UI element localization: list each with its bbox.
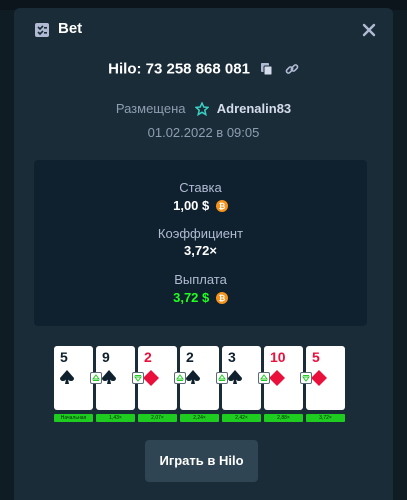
diamond-suit-icon (311, 370, 327, 386)
payout-value-row: 3,72 $ ₿ (34, 289, 367, 305)
spade-suit-icon (186, 370, 200, 384)
prediction-badge (258, 372, 270, 384)
clipboard-icon (35, 23, 49, 37)
card-multiplier: 3,72× (306, 414, 345, 422)
bet-id-row: Hilo: 73 258 868 081 (14, 60, 393, 82)
card-multiplier: 1,43× (96, 414, 135, 422)
card-rank: 5 (60, 349, 68, 365)
higher-arrow-icon (218, 374, 226, 381)
prediction-badge (174, 372, 186, 384)
spade-suit-icon (60, 370, 74, 384)
playing-card: 2 (174, 346, 219, 410)
card-rank: 2 (144, 349, 152, 365)
card-rank: 10 (270, 349, 286, 365)
spade-suit-icon (228, 370, 242, 384)
higher-arrow-icon (260, 374, 268, 381)
placed-by-row: Размещена Adrenalin83 (14, 100, 393, 116)
playing-card: 5 (300, 346, 345, 410)
wager-stat: Ставка 1,00 $ ₿ (34, 180, 367, 213)
card-rank: 3 (228, 349, 236, 365)
payout-value: 3,72 $ (173, 290, 210, 306)
copy-icon[interactable] (260, 62, 274, 76)
wager-value: 1,00 $ (173, 198, 210, 214)
prediction-badge (300, 372, 312, 384)
multiplier-label: Коэффициент (157, 226, 244, 241)
svg-text:₿: ₿ (219, 202, 226, 211)
card-rank: 9 (102, 349, 110, 365)
multiplier-value: 3,72× (184, 243, 217, 258)
cards-history: 5 Начальная 9 1,43× 2 2,07× 2 2,24× 3 2,42× 10 2,88… (54, 346, 354, 426)
card-rank: 5 (312, 349, 320, 365)
playing-card: 2 (132, 346, 177, 410)
multiplier-stat: Коэффициент 3,72× (34, 226, 367, 258)
payout-label: Выплата (174, 272, 227, 287)
svg-text:₿: ₿ (219, 294, 226, 303)
playing-card: 10 (258, 346, 303, 410)
wager-value-row: 1,00 $ ₿ (34, 197, 367, 213)
modal-title: Bet (58, 20, 83, 37)
close-icon[interactable] (359, 20, 379, 40)
wager-label: Ставка (179, 180, 222, 195)
spade-suit-icon (102, 370, 116, 384)
card-multiplier: 2,24× (180, 414, 219, 422)
playing-card: 3 (216, 346, 261, 410)
bet-id: Hilo: 73 258 868 081 (108, 60, 250, 78)
card-multiplier: 2,42× (222, 414, 261, 422)
play-hilo-button[interactable]: Играть в Hilo (145, 440, 258, 482)
modal-header: Bet (14, 8, 393, 52)
higher-arrow-icon (176, 374, 184, 381)
prediction-badge (132, 372, 144, 384)
bet-modal: Bet Hilo: 73 258 868 081 Размещена Adren… (14, 8, 393, 500)
playing-card: 9 (90, 346, 135, 410)
card-multiplier: 2,88× (264, 414, 303, 422)
diamond-suit-icon (143, 370, 159, 386)
card-multiplier: Начальная (54, 414, 93, 422)
bitcoin-icon: ₿ (215, 291, 228, 304)
lower-arrow-icon (134, 375, 142, 382)
prediction-badge (90, 372, 102, 384)
stats-panel: Ставка 1,00 $ ₿ Коэффициент 3,72× Выплат… (34, 160, 367, 326)
card-multiplier: 2,07× (138, 414, 177, 422)
card-rank: 2 (186, 349, 194, 365)
vip-star-icon (195, 101, 210, 116)
higher-arrow-icon (92, 374, 100, 381)
bet-date: 01.02.2022 в 09:05 (147, 125, 260, 140)
diamond-suit-icon (269, 370, 285, 386)
payout-stat: Выплата 3,72 $ ₿ (34, 272, 367, 305)
lower-arrow-icon (302, 375, 310, 382)
placed-label: Размещена (115, 101, 186, 117)
link-icon[interactable] (285, 62, 299, 76)
placed-username[interactable]: Adrenalin83 (217, 101, 291, 116)
playing-card: 5 (54, 346, 93, 410)
prediction-badge (216, 372, 228, 384)
bitcoin-icon: ₿ (215, 199, 228, 212)
